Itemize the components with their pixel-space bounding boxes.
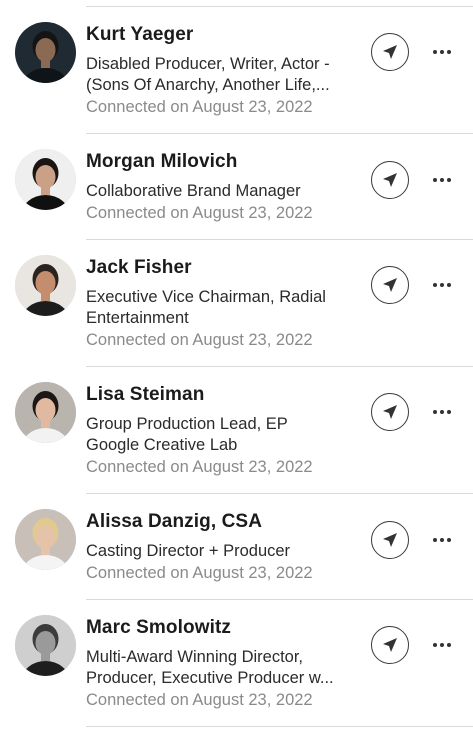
profile-photo: [15, 382, 76, 443]
profile-photo: [15, 615, 76, 676]
connection-row[interactable]: Alissa Danzig, CSA Casting Director + Pr…: [0, 494, 473, 600]
send-message-button[interactable]: [371, 393, 409, 431]
connection-headline: Executive Vice Chairman, Radial Entertai…: [86, 287, 371, 329]
send-message-button[interactable]: [371, 266, 409, 304]
connected-date: Connected on August 23, 2022: [86, 564, 313, 582]
profile-photo: [15, 149, 76, 210]
connection-headline: Casting Director + Producer: [86, 541, 371, 562]
connected-date: Connected on August 23, 2022: [86, 458, 313, 476]
connected-date: Connected on August 23, 2022: [86, 204, 313, 222]
connection-headline: Multi-Award Winning Director, Producer, …: [86, 647, 371, 689]
headline-line: Entertainment: [86, 309, 189, 327]
connection-name[interactable]: Morgan Milovich: [86, 151, 237, 173]
connection-row[interactable]: Kurt Yaeger Disabled Producer, Writer, A…: [0, 7, 473, 134]
more-options-button[interactable]: [430, 278, 456, 292]
profile-photo: [15, 22, 76, 83]
connection-name[interactable]: Lisa Steiman: [86, 384, 204, 406]
more-options-button[interactable]: [430, 173, 456, 187]
more-horizontal-icon: [433, 283, 437, 287]
send-paper-plane-icon: [383, 173, 397, 187]
send-paper-plane-icon: [383, 638, 397, 652]
headline-line: Collaborative Brand Manager: [86, 182, 301, 200]
send-paper-plane-icon: [383, 533, 397, 547]
connection-headline: Disabled Producer, Writer, Actor - (Sons…: [86, 54, 371, 96]
connection-row[interactable]: Jack Fisher Executive Vice Chairman, Rad…: [0, 240, 473, 367]
avatar[interactable]: [15, 149, 76, 210]
headline-line: Disabled Producer, Writer, Actor -: [86, 55, 330, 73]
connection-row[interactable]: Morgan Milovich Collaborative Brand Mana…: [0, 134, 473, 240]
connection-name[interactable]: Kurt Yaeger: [86, 24, 193, 46]
more-options-button[interactable]: [430, 533, 456, 547]
connected-date: Connected on August 23, 2022: [86, 691, 313, 709]
send-message-button[interactable]: [371, 521, 409, 559]
connection-name[interactable]: Jack Fisher: [86, 257, 192, 279]
send-paper-plane-icon: [383, 278, 397, 292]
connection-name[interactable]: Alissa Danzig, CSA: [86, 511, 262, 533]
avatar[interactable]: [15, 22, 76, 83]
connected-date: Connected on August 23, 2022: [86, 331, 313, 349]
more-horizontal-icon: [433, 643, 437, 647]
more-horizontal-icon: [433, 178, 437, 182]
connection-name[interactable]: Marc Smolowitz: [86, 617, 231, 639]
headline-line: Casting Director + Producer: [86, 542, 291, 560]
send-message-button[interactable]: [371, 33, 409, 71]
send-message-button[interactable]: [371, 161, 409, 199]
avatar[interactable]: [15, 382, 76, 443]
profile-photo: [15, 255, 76, 316]
headline-line: Executive Vice Chairman, Radial: [86, 288, 326, 306]
headline-line: (Sons Of Anarchy, Another Life,...: [86, 76, 330, 94]
more-horizontal-icon: [433, 50, 437, 54]
more-horizontal-icon: [433, 538, 437, 542]
avatar[interactable]: [15, 255, 76, 316]
connection-headline: Group Production Lead, EP Google Creativ…: [86, 414, 371, 456]
headline-line: Google Creative Lab: [86, 436, 238, 454]
send-paper-plane-icon: [383, 45, 397, 59]
profile-photo: [15, 509, 76, 570]
more-options-button[interactable]: [430, 638, 456, 652]
headline-line: Producer, Executive Producer w...: [86, 669, 334, 687]
connected-date: Connected on August 23, 2022: [86, 98, 313, 116]
avatar[interactable]: [15, 509, 76, 570]
more-options-button[interactable]: [430, 405, 456, 419]
avatar[interactable]: [15, 615, 76, 676]
connection-row[interactable]: Marc Smolowitz Multi-Award Winning Direc…: [0, 600, 473, 727]
send-message-button[interactable]: [371, 626, 409, 664]
more-horizontal-icon: [433, 410, 437, 414]
send-paper-plane-icon: [383, 405, 397, 419]
connection-row[interactable]: Lisa Steiman Group Production Lead, EP G…: [0, 367, 473, 494]
more-options-button[interactable]: [430, 45, 456, 59]
headline-line: Group Production Lead, EP: [86, 415, 288, 433]
divider: [86, 726, 473, 727]
connection-headline: Collaborative Brand Manager: [86, 181, 371, 202]
headline-line: Multi-Award Winning Director,: [86, 648, 304, 666]
